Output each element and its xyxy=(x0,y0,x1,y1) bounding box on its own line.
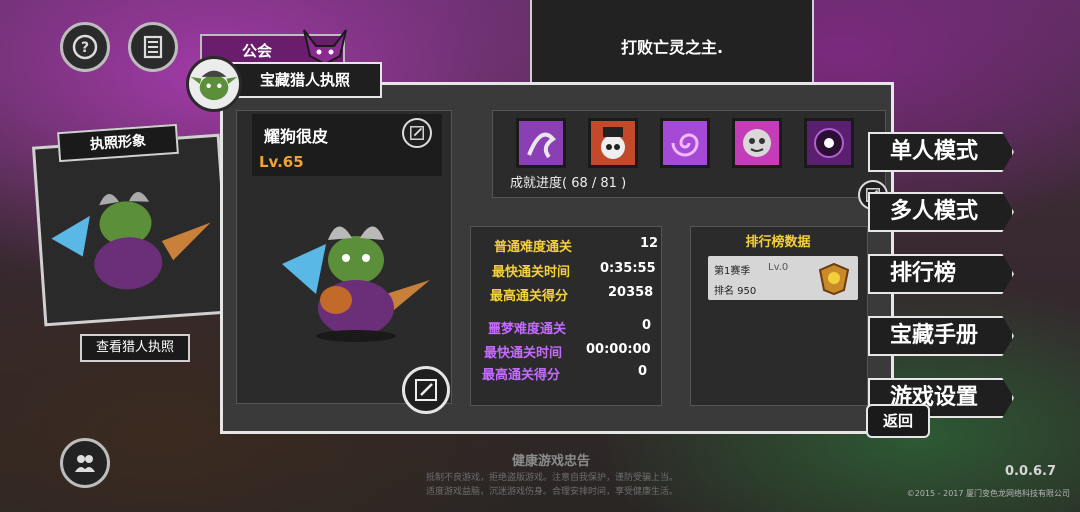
back-button[interactable]: 返回 xyxy=(866,404,930,438)
help-button[interactable]: ? xyxy=(60,22,110,72)
achievement-badge-5[interactable] xyxy=(804,118,854,168)
normal-score-label: 最高通关得分 xyxy=(490,289,569,304)
nightmare-clears-label: 噩梦难度通关 xyxy=(488,322,567,337)
player-level: Lv.65 xyxy=(259,153,304,171)
hunter-character-art xyxy=(282,226,430,342)
hunter-portrait-small xyxy=(51,191,211,290)
friends-button[interactable] xyxy=(60,438,110,488)
friends-icon xyxy=(75,455,95,472)
health-notice-line-2: 适度游戏益脑，沉迷游戏伤身。合理安排时间，享受健康生活。 xyxy=(426,487,679,497)
edit-icon xyxy=(415,379,437,401)
ghost-face-icon xyxy=(743,129,771,157)
achievement-badge-2[interactable] xyxy=(588,118,638,168)
nightmare-score-value: 0 xyxy=(638,364,648,379)
nightmare-score-label: 最高通关得分 xyxy=(482,368,561,383)
notes-button[interactable] xyxy=(128,22,178,72)
health-notice-line-1: 抵制不良游戏，拒绝盗版游戏。注意自我保护，谨防受骗上当。 xyxy=(426,473,679,483)
copyright-label: ©2015 - 2017 厦门变色龙网络科技有限公司 xyxy=(906,489,1070,498)
dark-eye-icon xyxy=(814,128,844,158)
purple-swirl-icon xyxy=(671,133,699,157)
nightmare-clears-value: 0 xyxy=(642,318,652,333)
guild-tab-label: 公会 xyxy=(242,42,273,60)
normal-score-value: 20358 xyxy=(608,285,654,300)
panel-title: 宝藏猎人执照 xyxy=(228,62,382,98)
normal-fastest-label: 最快通关时间 xyxy=(492,265,571,280)
edit-icon xyxy=(410,126,424,140)
achievement-progress: 成就进度( 68 / 81 ) xyxy=(510,176,627,191)
achievement-badge-1[interactable] xyxy=(516,118,566,168)
silver-snake-icon xyxy=(527,132,556,159)
achievement-badge-3[interactable] xyxy=(660,118,710,168)
health-notice-title: 健康游戏忠告 xyxy=(512,454,591,469)
quest-text: 打败亡灵之主. xyxy=(620,38,724,57)
goblin-avatar-icon xyxy=(190,70,238,101)
normal-fastest-value: 0:35:55 xyxy=(600,261,656,276)
version-label: 0.0.6.7 xyxy=(1005,464,1056,479)
leaderboard-title: 排行榜数据 xyxy=(745,235,811,250)
season-label: 第1赛季 xyxy=(714,266,751,277)
skull-hat-icon xyxy=(601,127,625,159)
normal-clears-label: 普通难度通关 xyxy=(494,240,573,255)
notes-icon xyxy=(143,35,163,59)
svg-text:?: ? xyxy=(81,40,89,56)
rank-label: 排名 950 xyxy=(714,286,757,297)
leaderboard-box xyxy=(690,226,868,406)
panel-title-text: 宝藏猎人执照 xyxy=(260,71,351,89)
menu-single-player[interactable]: 单人模式 xyxy=(868,132,1014,172)
edit-portrait-button[interactable] xyxy=(402,366,450,414)
menu-leaderboard[interactable]: 排行榜 xyxy=(868,254,1014,294)
player-name: 耀狗很皮 xyxy=(264,127,329,146)
edit-name-button[interactable] xyxy=(402,118,432,148)
achievement-badge-4[interactable] xyxy=(732,118,782,168)
avatar xyxy=(186,56,242,112)
view-license-button[interactable]: 查看猎人执照 xyxy=(80,334,190,362)
help-icon: ? xyxy=(72,34,98,60)
license-image-card xyxy=(31,133,233,327)
normal-clears-value: 12 xyxy=(640,236,659,251)
quest-objective: 打败亡灵之主. xyxy=(530,0,814,94)
rank-emblem-icon xyxy=(818,262,850,296)
menu-treasure-manual[interactable]: 宝藏手册 xyxy=(868,316,1014,356)
menu-multiplayer[interactable]: 多人模式 xyxy=(868,192,1014,232)
season-level: Lv.0 xyxy=(768,262,789,273)
nightmare-fastest-value: 00:00:00 xyxy=(586,342,651,357)
nightmare-fastest-label: 最快通关时间 xyxy=(484,346,563,361)
